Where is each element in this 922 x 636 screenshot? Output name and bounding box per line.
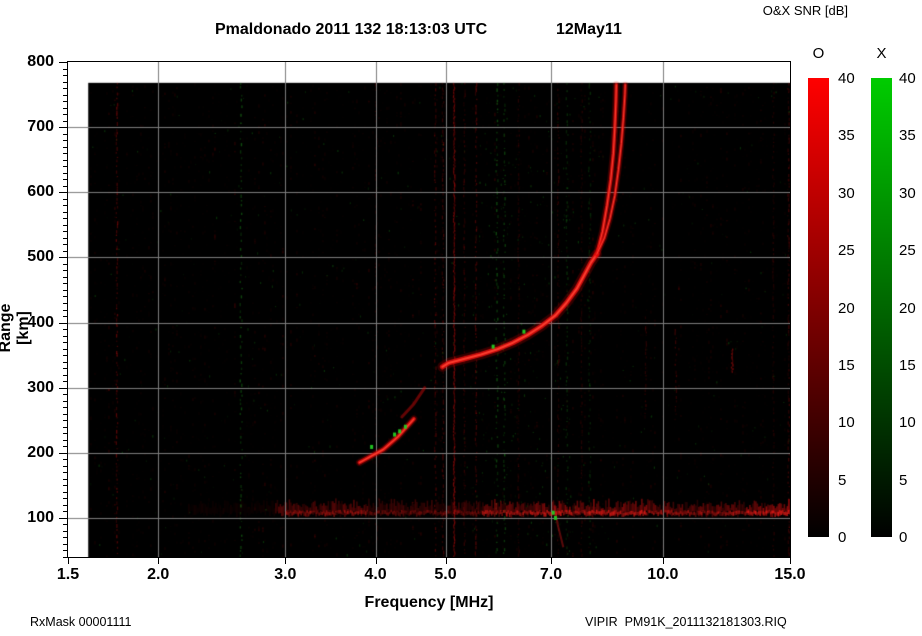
colorbar-tick-label: 30	[838, 184, 855, 202]
x-major-tick	[551, 558, 553, 564]
y-axis-title: Range [km]	[0, 303, 32, 353]
colorbar-tick-label: 20	[838, 299, 855, 317]
colorbar-tick-label: 15	[838, 356, 855, 374]
x-tick-label: 5.0	[434, 566, 457, 583]
x-tick-label: 4.0	[364, 566, 387, 583]
colorbar-tick-label: 25	[838, 242, 855, 260]
colorbar-tick-label: 5	[838, 471, 847, 489]
ionogram-plot-frame	[67, 61, 791, 558]
x-major-tick	[285, 558, 287, 564]
x-tick-label: 7.0	[539, 566, 563, 583]
x-major-tick	[662, 558, 664, 564]
x-tick-label: 3.0	[274, 566, 297, 583]
colorbar-o-gradient	[808, 78, 829, 537]
source-file-label: VIPIR PM91K_2011132181303.RIQ	[585, 615, 787, 629]
colorbar-tick-label: 40	[838, 70, 855, 87]
colorbar-x-gradient	[871, 78, 892, 537]
colorbar-tick-label: 20	[899, 299, 916, 317]
colorbar-tick-label: 0	[838, 529, 847, 546]
colorbar-tick-label: 40	[899, 70, 916, 87]
colorbar-o-header: O	[812, 45, 825, 62]
colorbar-title: O&X SNR [dB]	[762, 3, 848, 18]
colorbar-tick-label: 35	[899, 127, 916, 145]
colorbar-tick-label: 15	[899, 356, 916, 374]
colorbar-x-header: X	[876, 45, 887, 62]
x-tick-label: 2.0	[147, 566, 170, 583]
colorbar-tick-label: 10	[899, 414, 916, 432]
colorbar-tick-label: 10	[838, 414, 855, 432]
page-title: Pmaldonado 2011 132 18:13:03 UTC	[215, 21, 488, 38]
x-major-tick	[68, 558, 69, 564]
ionogram-heatmap	[68, 62, 790, 557]
y-tick-label: 300	[27, 378, 54, 396]
y-tick-label: 800	[27, 53, 54, 70]
x-tick-label: 10.0	[647, 566, 679, 583]
y-tick-label: 600	[27, 183, 54, 201]
rxmask-label: RxMask 00001111	[30, 615, 132, 629]
y-tick-label: 100	[27, 508, 54, 526]
x-axis-title: Frequency [MHz]	[364, 594, 494, 611]
y-tick-label: 500	[27, 248, 54, 266]
colorbar-tick-label: 30	[899, 184, 916, 202]
colorbar-tick-label: 25	[899, 242, 916, 260]
y-tick-label: 200	[27, 443, 54, 461]
y-tick-label: 700	[27, 118, 54, 136]
x-major-tick	[375, 558, 377, 564]
date-label: 12May11	[556, 21, 622, 38]
x-major-tick	[445, 558, 447, 564]
x-major-tick	[158, 558, 160, 564]
colorbar-tick-label: 0	[899, 529, 908, 546]
colorbar-tick-label: 35	[838, 127, 855, 145]
colorbar-tick-label: 5	[899, 471, 908, 489]
x-tick-label: 1.5	[56, 566, 80, 583]
x-major-tick	[790, 558, 791, 564]
x-tick-label: 15.0	[774, 566, 806, 583]
